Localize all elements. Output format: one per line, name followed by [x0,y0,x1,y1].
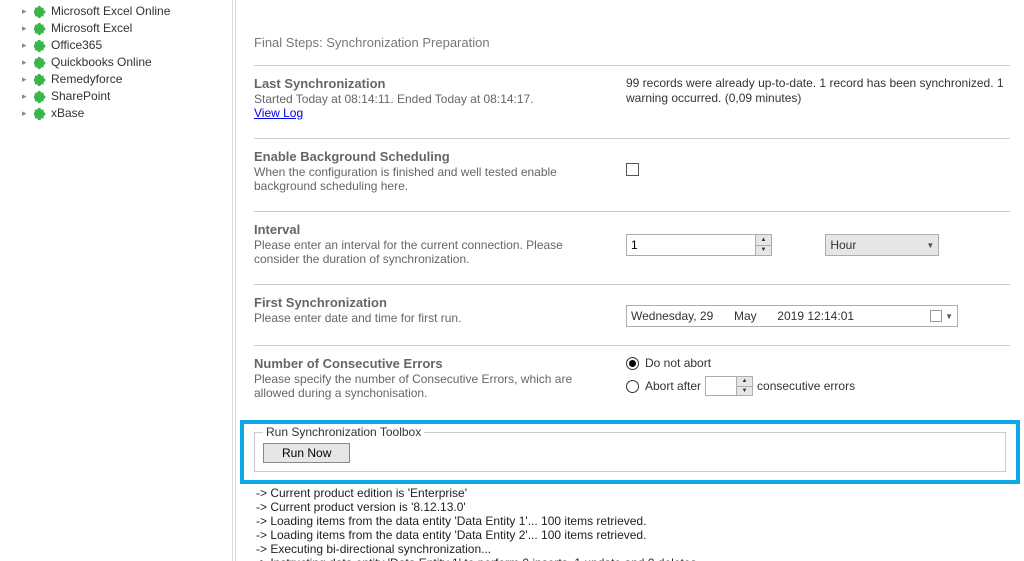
radio-abort-after-suffix: consecutive errors [757,379,855,393]
abort-after-input[interactable]: ▲ ▼ [705,376,753,396]
last-sync-title: Last Synchronization [254,76,606,91]
run-toolbox-fieldset: Run Synchronization Toolbox Run Now [254,432,1006,472]
chevron-right-icon: ▸ [22,55,32,70]
section-interval: Interval Please enter an interval for th… [254,211,1010,284]
run-now-button[interactable]: Run Now [263,443,350,463]
tree-item-excel-online[interactable]: ▸ Microsoft Excel Online [0,3,232,20]
puzzle-icon [34,73,48,87]
puzzle-icon [34,5,48,19]
puzzle-icon [34,107,48,121]
chevron-down-icon[interactable]: ▼ [945,312,953,321]
tree-item-office365[interactable]: ▸ Office365 [0,37,232,54]
interval-value[interactable] [627,235,755,255]
main-panel: Final Steps: Synchronization Preparation… [236,0,1024,561]
interval-unit-combo[interactable]: Hour ▼ [825,234,939,256]
tree-item-label: xBase [51,106,84,121]
last-sync-desc: Started Today at 08:14:11. Ended Today a… [254,92,606,106]
run-toolbox-legend: Run Synchronization Toolbox [263,425,424,439]
section-bg-scheduling: Enable Background Scheduling When the co… [254,138,1010,211]
interval-title: Interval [254,222,606,237]
chevron-right-icon: ▸ [22,38,32,53]
chevron-right-icon: ▸ [22,21,32,36]
section-first-sync: First Synchronization Please enter date … [254,284,1010,345]
spinner-down-icon[interactable]: ▼ [756,246,771,256]
tree-item-label: Microsoft Excel [51,21,132,36]
tree-item-label: Quickbooks Online [51,55,152,70]
puzzle-icon [34,90,48,104]
last-sync-status: 99 records were already up-to-date. 1 re… [626,76,1010,106]
chevron-right-icon: ▸ [22,4,32,19]
tree-item-label: SharePoint [51,89,110,104]
first-sync-title: First Synchronization [254,295,606,310]
errors-desc: Please specify the number of Consecutive… [254,372,606,400]
tree-item-label: Office365 [51,38,102,53]
first-sync-desc: Please enter date and time for first run… [254,311,606,325]
radio-abort-after-prefix: Abort after [645,379,701,393]
puzzle-icon [34,22,48,36]
chevron-right-icon: ▸ [22,89,32,104]
chevron-down-icon: ▼ [926,241,934,250]
log-output: -> Current product edition is 'Enterpris… [250,484,1010,561]
interval-desc: Please enter an interval for the current… [254,238,606,266]
errors-title: Number of Consecutive Errors [254,356,606,371]
highlight-box: Run Synchronization Toolbox Run Now [240,420,1020,484]
tree-item-xbase[interactable]: ▸ xBase [0,105,232,122]
bg-sched-title: Enable Background Scheduling [254,149,606,164]
radio-do-not-abort[interactable] [626,357,639,370]
chevron-right-icon: ▸ [22,72,32,87]
tree-item-excel[interactable]: ▸ Microsoft Excel [0,20,232,37]
sidebar: ▸ Microsoft Excel Online ▸ Microsoft Exc… [0,0,232,561]
tree-item-label: Remedyforce [51,72,122,87]
tree-item-label: Microsoft Excel Online [51,4,170,19]
tree-item-sharepoint[interactable]: ▸ SharePoint [0,88,232,105]
puzzle-icon [34,56,48,70]
tree-item-quickbooks[interactable]: ▸ Quickbooks Online [0,54,232,71]
spinner-up-icon[interactable]: ▲ [737,377,752,387]
section-last-sync: Last Synchronization Started Today at 08… [254,65,1010,138]
datetime-text: Wednesday, 29 May 2019 12:14:01 [631,309,858,323]
bg-sched-desc: When the configuration is finished and w… [254,165,606,193]
puzzle-icon [34,39,48,53]
bg-sched-checkbox[interactable] [626,163,639,176]
view-log-link[interactable]: View Log [254,106,303,120]
spinner-up-icon[interactable]: ▲ [756,235,771,246]
radio-abort-after[interactable] [626,380,639,393]
first-sync-datetime[interactable]: Wednesday, 29 May 2019 12:14:01 ▼ [626,305,958,327]
spinner-down-icon[interactable]: ▼ [737,387,752,396]
radio-do-not-abort-label: Do not abort [645,356,711,370]
tree-item-remedyforce[interactable]: ▸ Remedyforce [0,71,232,88]
calendar-icon[interactable] [930,310,942,322]
page-title: Final Steps: Synchronization Preparation [254,0,1010,65]
section-consecutive-errors: Number of Consecutive Errors Please spec… [254,345,1010,420]
chevron-right-icon: ▸ [22,106,32,121]
interval-input[interactable]: ▲ ▼ [626,234,772,256]
interval-unit-label: Hour [830,238,856,252]
